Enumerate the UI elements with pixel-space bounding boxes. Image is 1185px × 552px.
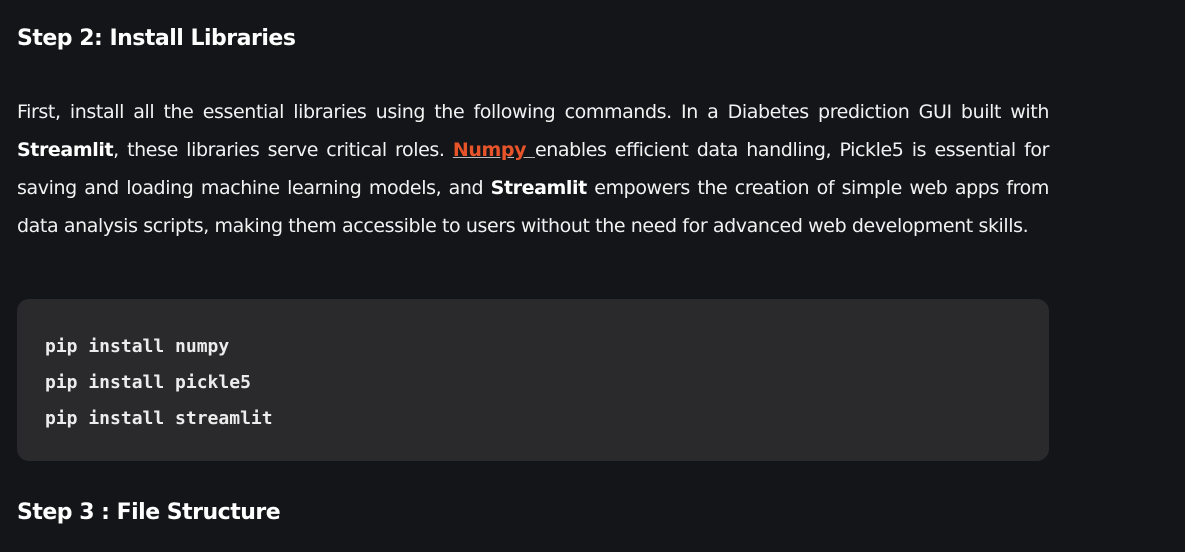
numpy-link[interactable]: Numpy (453, 139, 535, 161)
install-paragraph: First, install all the essential librari… (17, 93, 1049, 245)
step-2-heading: Step 2: Install Libraries (17, 26, 296, 51)
step-3-heading: Step 3 : File Structure (17, 500, 281, 525)
text: , these libraries serve critical roles. (113, 139, 453, 161)
bold-streamlit: Streamlit (17, 139, 114, 161)
bold-streamlit: Streamlit (490, 177, 588, 199)
code-line: pip install streamlit (45, 408, 273, 429)
code-line: pip install pickle5 (45, 372, 251, 393)
code-line: pip install numpy (45, 336, 230, 357)
text: First, install all the essential librari… (17, 101, 1049, 123)
code-block: pip install numpy pip install pickle5 pi… (17, 299, 1049, 461)
